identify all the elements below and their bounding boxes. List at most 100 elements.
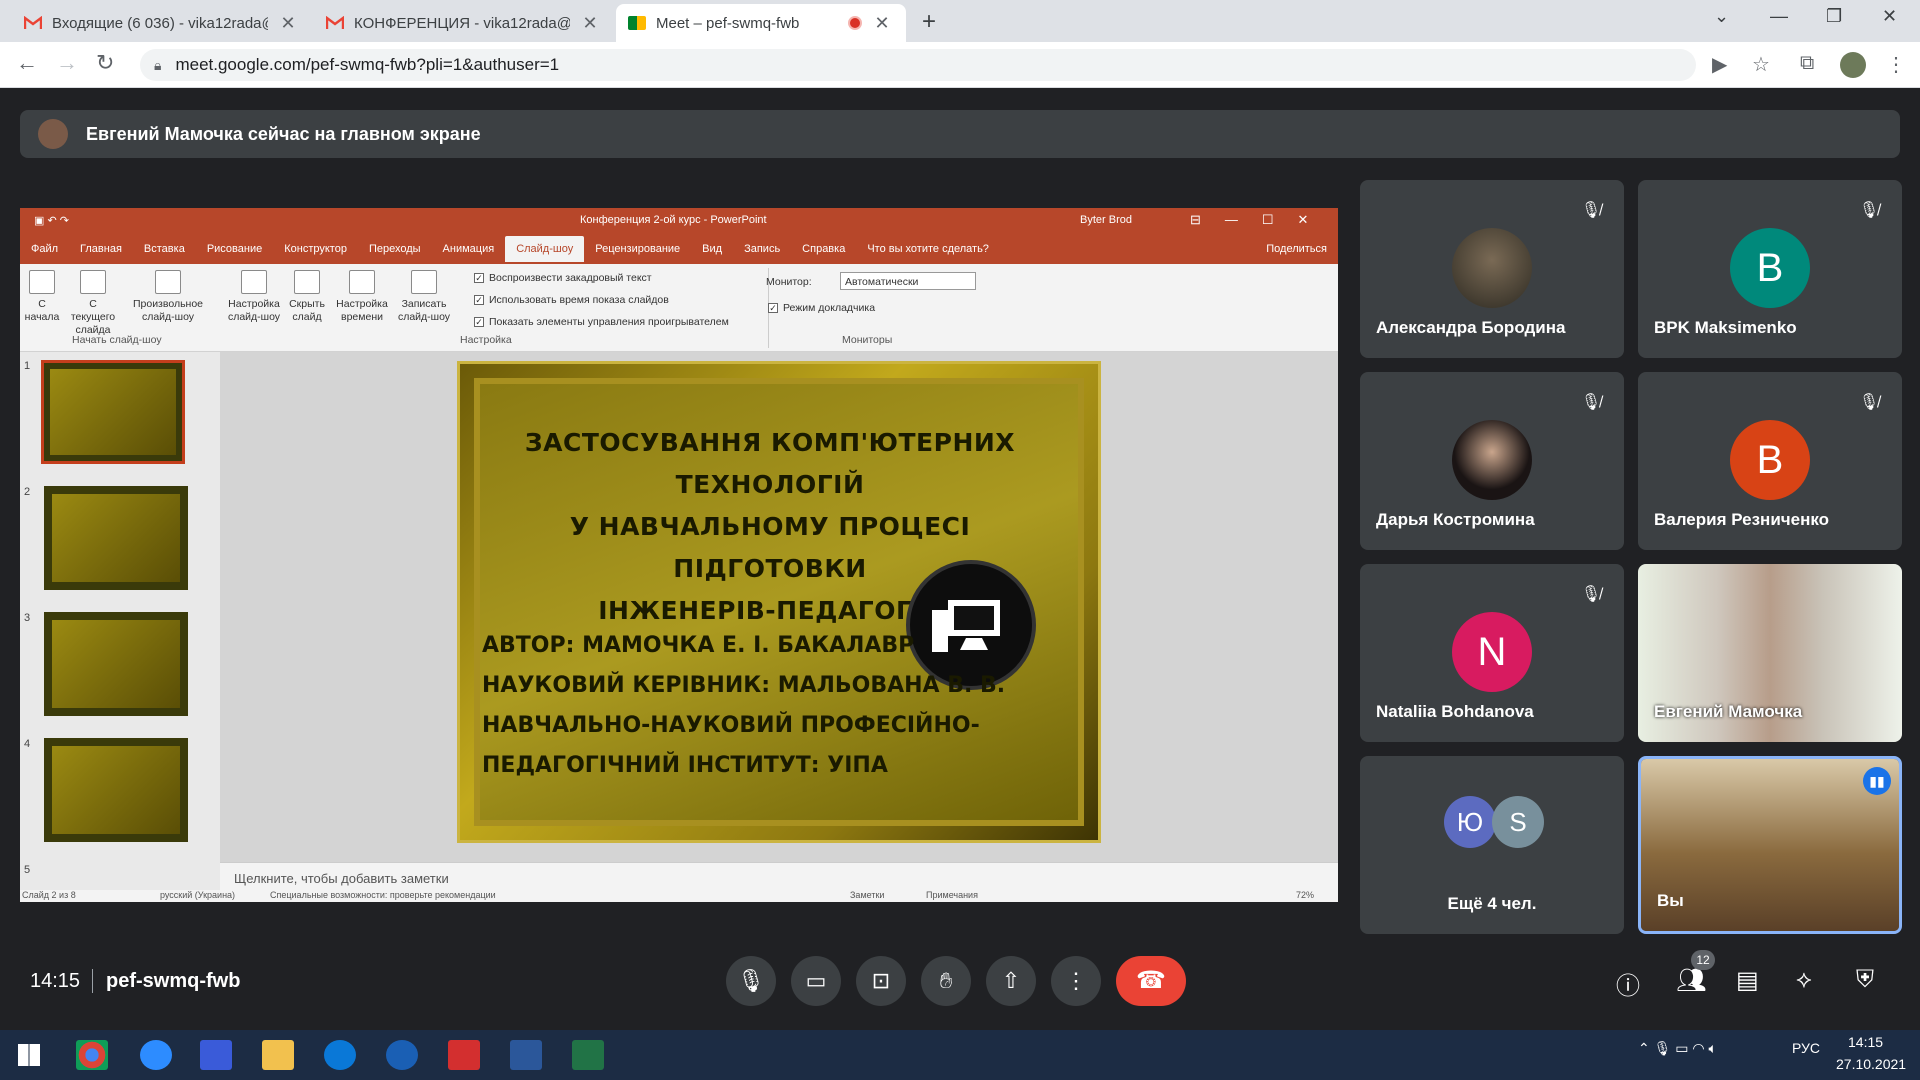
slide-thumbnail[interactable] — [44, 738, 188, 842]
group-start-show: Начать слайд-шоу — [72, 334, 162, 346]
new-tab-button[interactable]: + — [922, 8, 936, 36]
recording-icon — [848, 16, 862, 30]
presenter-avatar — [38, 119, 68, 149]
star-icon[interactable]: ☆ — [1752, 52, 1770, 77]
from-current-button[interactable]: С текущего слайда — [66, 270, 120, 337]
participant-name: BPK Maksimenko — [1654, 318, 1797, 337]
info-icon[interactable]: ⓘ — [1616, 966, 1640, 1001]
word-icon[interactable] — [510, 1040, 542, 1070]
back-icon[interactable]: ← — [16, 50, 38, 76]
notes-pane[interactable]: Щелкните, чтобы добавить заметки — [220, 862, 1338, 890]
file-explorer-icon[interactable] — [262, 1040, 294, 1070]
host-controls-icon[interactable]: ⛨ — [1856, 966, 1874, 994]
timings-checkbox[interactable]: ✓ Использовать время показа слайдов — [474, 294, 669, 306]
participant-tile[interactable]: 🎙︎̸ Дарья Костромина — [1360, 372, 1624, 550]
media-controls-checkbox[interactable]: ✓ Показать элементы управления проигрыват… — [474, 316, 729, 328]
more-participants-tile[interactable]: Ю S Ещё 4 чел. — [1360, 756, 1624, 934]
ppt-window-title: Конференция 2-ой курс - PowerPoint — [580, 214, 767, 226]
leave-call-button[interactable]: ☎︎ — [1116, 956, 1186, 1006]
chrome-icon[interactable] — [76, 1040, 108, 1070]
tab-meet[interactable]: Meet – pef-swmq-fwb ✕ — [616, 4, 906, 42]
more-options-button[interactable]: ⋮ — [1051, 956, 1101, 1006]
ppt-window-controls[interactable]: ⊟—☐✕ — [1190, 212, 1332, 228]
teamviewer-icon[interactable] — [386, 1040, 418, 1070]
zoom-icon[interactable] — [140, 1040, 172, 1070]
menu-file[interactable]: Файл — [20, 236, 69, 262]
windows-start-icon[interactable] — [18, 1044, 40, 1066]
edge-icon[interactable] — [324, 1040, 356, 1070]
from-beginning-button[interactable]: С начала — [22, 270, 62, 324]
tab-gmail-inbox[interactable]: Входящие (6 036) - vika12rada@ ✕ — [12, 4, 312, 42]
current-slide[interactable]: ЗАСТОСУВАННЯ КОМП'ЮТЕРНИХ ТЕХНОЛОГІЙ У Н… — [457, 361, 1101, 843]
menu-share[interactable]: Поделиться — [1255, 236, 1338, 262]
tab-search-icon[interactable]: ⌄ — [1714, 6, 1729, 27]
menu-slideshow[interactable]: Слайд-шоу — [505, 236, 585, 262]
microphone-button[interactable]: 🎙︎ — [726, 956, 776, 1006]
presenter-view-checkbox[interactable]: ✓ Режим докладчика — [768, 302, 875, 314]
hide-slide-button[interactable]: Скрыть слайд — [286, 270, 328, 324]
participant-name: Nataliia Bohdanova — [1376, 702, 1534, 721]
profile-avatar[interactable] — [1840, 52, 1866, 78]
menu-tell-me[interactable]: Что вы хотите сделать? — [856, 236, 1000, 262]
tray-icons[interactable]: ⌃ 🎙︎ ▭ ◠ 🔈︎ — [1638, 1040, 1717, 1057]
menu-draw[interactable]: Рисование — [196, 236, 273, 262]
tab-conference-mail[interactable]: КОНФЕРЕНЦИЯ - vika12rada@g ✕ — [314, 4, 614, 42]
rehearse-timings-button[interactable]: Настройка времени — [332, 270, 392, 324]
people-icon[interactable]: 👥︎ — [1676, 966, 1706, 995]
participant-tile[interactable]: 🎙︎̸ Александра Бородина — [1360, 180, 1624, 358]
chat-icon[interactable]: ▤ — [1736, 966, 1759, 995]
present-button[interactable]: ⇧ — [986, 956, 1036, 1006]
narration-checkbox[interactable]: ✓ Воспроизвести закадровый текст — [474, 272, 652, 284]
camera-icon[interactable]: ▶ — [1712, 52, 1727, 77]
save-icon[interactable]: ▣ ↶ ↷ — [34, 214, 69, 227]
anydesk-icon[interactable] — [448, 1040, 480, 1070]
activities-icon[interactable]: ⟡ — [1796, 966, 1812, 994]
clock-date[interactable]: 27.10.2021 — [1836, 1056, 1906, 1072]
slide-thumbnail[interactable] — [41, 360, 185, 464]
reload-icon[interactable]: ↻ — [96, 50, 114, 76]
captions-button[interactable]: ⊡ — [856, 956, 906, 1006]
language-indicator[interactable]: РУС — [1792, 1040, 1820, 1056]
setup-show-button[interactable]: Настройка слайд-шоу — [224, 270, 284, 324]
menu-animations[interactable]: Анимация — [432, 236, 506, 262]
self-view-tile[interactable]: ▮▮ Вы — [1638, 756, 1902, 934]
menu-home[interactable]: Главная — [69, 236, 133, 262]
monitor-select[interactable]: Автоматически — [840, 272, 976, 290]
record-show-button[interactable]: Записать слайд-шоу — [394, 270, 454, 324]
address-bar[interactable]: 🔒︎ meet.google.com/pef-swmq-fwb?pli=1&au… — [140, 49, 1696, 81]
participant-avatar: S — [1492, 796, 1544, 848]
menu-design[interactable]: Конструктор — [273, 236, 358, 262]
slide-thumbnail[interactable] — [44, 486, 188, 590]
meeting-code: pef-swmq-fwb — [106, 970, 241, 992]
slide-thumbnails: 1 2 3 4 5 — [20, 352, 220, 890]
participant-name: Валерия Резниченко — [1654, 510, 1830, 529]
slide-number: 2 — [24, 486, 31, 498]
menu-kebab-icon[interactable]: ⋮ — [1886, 52, 1906, 77]
excel-icon[interactable] — [572, 1040, 604, 1070]
mic-off-icon: 🎙︎̸ — [1858, 202, 1880, 219]
slide-thumbnail[interactable] — [44, 612, 188, 716]
menu-review[interactable]: Рецензирование — [584, 236, 691, 262]
menu-insert[interactable]: Вставка — [133, 236, 196, 262]
participant-tile[interactable]: В 🎙︎̸ Валерия Резниченко — [1638, 372, 1902, 550]
menu-help[interactable]: Справка — [791, 236, 856, 262]
menu-transitions[interactable]: Переходы — [358, 236, 432, 262]
clock-time[interactable]: 14:15 — [1848, 1034, 1883, 1050]
camera-button[interactable]: ▭ — [791, 956, 841, 1006]
custom-show-button[interactable]: Произвольное слайд-шоу — [128, 270, 208, 324]
menu-record[interactable]: Запись — [733, 236, 791, 262]
close-icon[interactable]: ✕ — [872, 13, 892, 34]
raise-hand-button[interactable]: ✋︎ — [921, 956, 971, 1006]
participant-tile[interactable]: B 🎙︎̸ BPK Maksimenko — [1638, 180, 1902, 358]
forward-icon[interactable]: → — [56, 50, 78, 76]
minimize-icon[interactable]: — — [1770, 6, 1788, 27]
participant-tile[interactable]: N 🎙︎̸ Nataliia Bohdanova — [1360, 564, 1624, 742]
close-window-icon[interactable]: ✕ — [1882, 6, 1897, 27]
close-icon[interactable]: ✕ — [580, 13, 600, 34]
close-icon[interactable]: ✕ — [278, 13, 298, 34]
extensions-icon[interactable]: ⧉ — [1800, 52, 1814, 75]
menu-view[interactable]: Вид — [691, 236, 733, 262]
save-app-icon[interactable] — [200, 1040, 232, 1070]
participant-tile-video[interactable]: Евгений Мамочка — [1638, 564, 1902, 742]
maximize-icon[interactable]: ❐ — [1826, 6, 1842, 27]
